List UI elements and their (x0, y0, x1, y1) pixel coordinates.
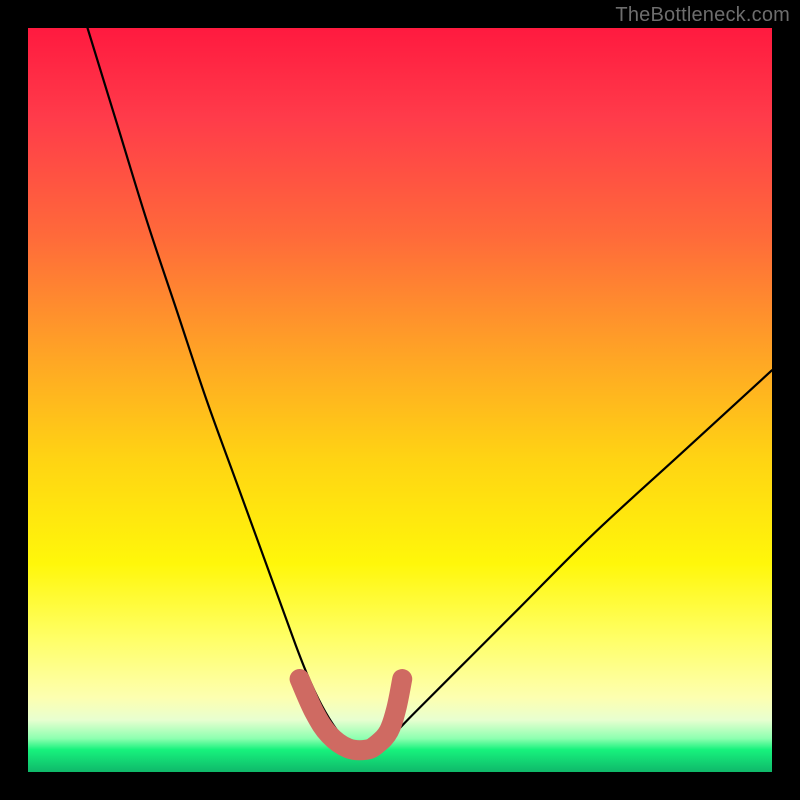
chart-frame: TheBottleneck.com (0, 0, 800, 800)
bottleneck-curve (88, 28, 772, 751)
curve-layer (28, 28, 772, 772)
watermark-text: TheBottleneck.com (615, 4, 790, 27)
plot-area (28, 28, 772, 772)
